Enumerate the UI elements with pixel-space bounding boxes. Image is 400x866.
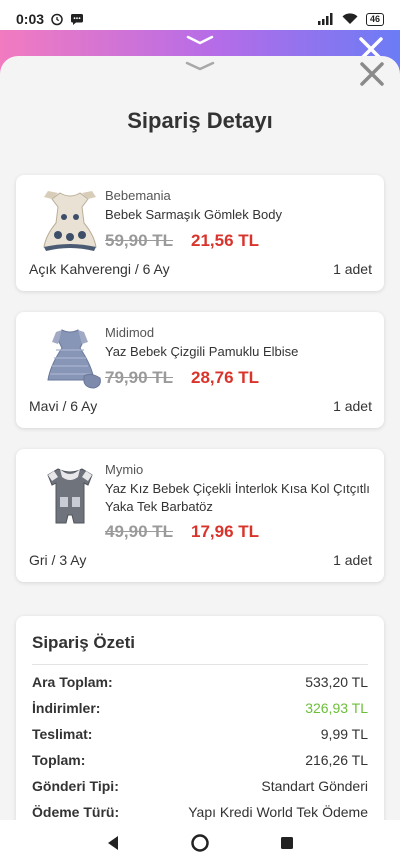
item-brand: Midimod [105, 325, 155, 340]
order-item-card[interactable]: Mymio Yaz Kız Bebek Çiçekli İnterlok Kıs… [16, 449, 384, 582]
order-item-card[interactable]: Bebemania Bebek Sarmaşık Gömlek Body 59,… [16, 175, 384, 291]
summary-title: Sipariş Özeti [32, 633, 135, 652]
summary-label: Toplam: [32, 752, 86, 768]
summary-label: Ara Toplam: [32, 674, 113, 690]
item-old-price: 79,90 TL [105, 368, 174, 387]
item-variant: Açık Kahverengi / 6 Ay [29, 261, 170, 277]
chevron-down-icon[interactable] [184, 60, 216, 72]
item-new-price: 28,76 TL [191, 368, 260, 387]
system-navigation-bar [0, 820, 400, 866]
product-image [47, 468, 93, 524]
item-quantity: 1 adet [333, 398, 372, 414]
item-name: Yaz Bebek Çizgili Pamuklu Elbise [105, 344, 299, 359]
product-image [43, 191, 97, 251]
item-name: Yaz Kız Bebek Çiçekli İnterlok Kısa Kol … [105, 481, 370, 514]
summary-label: Gönderi Tipi: [32, 778, 119, 794]
wifi-icon [342, 13, 358, 24]
summary-row-discounts: İndirimler: 326,93 TL [32, 697, 368, 719]
message-icon [71, 14, 84, 25]
status-right: 46 [317, 12, 384, 26]
order-item-card[interactable]: Midimod Yaz Bebek Çizgili Pamuklu Elbise… [16, 312, 384, 428]
summary-label: Ödeme Türü: [32, 804, 120, 820]
item-brand: Mymio [105, 462, 144, 477]
summary-row-subtotal: Ara Toplam: 533,20 TL [32, 671, 368, 693]
item-old-price: 49,90 TL [105, 522, 174, 541]
chevron-down-icon [186, 35, 214, 45]
page-title: Sipariş Detayı [127, 108, 273, 133]
summary-value: Yapı Kredi World Tek Ödeme [188, 804, 368, 820]
close-icon[interactable] [358, 60, 386, 88]
recents-square-icon[interactable] [280, 836, 294, 850]
order-detail-sheet: Sipariş Detayı Bebemania Bebek Sarmaşık … [0, 56, 400, 820]
item-variant: Mavi / 6 Ay [29, 398, 98, 414]
item-brand: Bebemania [105, 188, 171, 203]
summary-value: Standart Gönderi [261, 778, 368, 794]
summary-row-payment-type: Ödeme Türü: Yapı Kredi World Tek Ödeme [32, 801, 368, 820]
item-new-price: 21,56 TL [191, 231, 260, 250]
summary-divider [32, 664, 368, 665]
item-quantity: 1 adet [333, 552, 372, 568]
summary-row-delivery: Teslimat: 9,99 TL [32, 723, 368, 745]
item-new-price: 17,96 TL [191, 522, 260, 541]
item-variant: Gri / 3 Ay [29, 552, 87, 568]
order-summary-card: Sipariş Özeti Ara Toplam: 533,20 TL İndi… [16, 616, 384, 820]
summary-value: 9,99 TL [320, 726, 368, 742]
back-triangle-icon[interactable] [106, 835, 120, 851]
status-left: 0:03 [16, 11, 84, 27]
summary-value: 216,26 TL [305, 752, 368, 768]
home-circle-icon[interactable] [190, 833, 210, 853]
signal-icon [317, 13, 333, 25]
item-old-price: 59,90 TL [105, 231, 174, 250]
status-time: 0:03 [16, 11, 45, 27]
item-name: Bebek Sarmaşık Gömlek Body [105, 207, 283, 222]
alarm-icon [51, 13, 63, 26]
summary-value: 326,93 TL [305, 700, 368, 716]
item-quantity: 1 adet [333, 261, 372, 277]
summary-label: Teslimat: [32, 726, 93, 742]
summary-row-total: Toplam: 216,26 TL [32, 749, 368, 771]
summary-label: İndirimler: [32, 700, 101, 716]
product-image [47, 329, 101, 389]
summary-row-shipping-type: Gönderi Tipi: Standart Gönderi [32, 775, 368, 797]
battery-indicator: 46 [365, 12, 384, 26]
summary-value: 533,20 TL [305, 674, 368, 690]
